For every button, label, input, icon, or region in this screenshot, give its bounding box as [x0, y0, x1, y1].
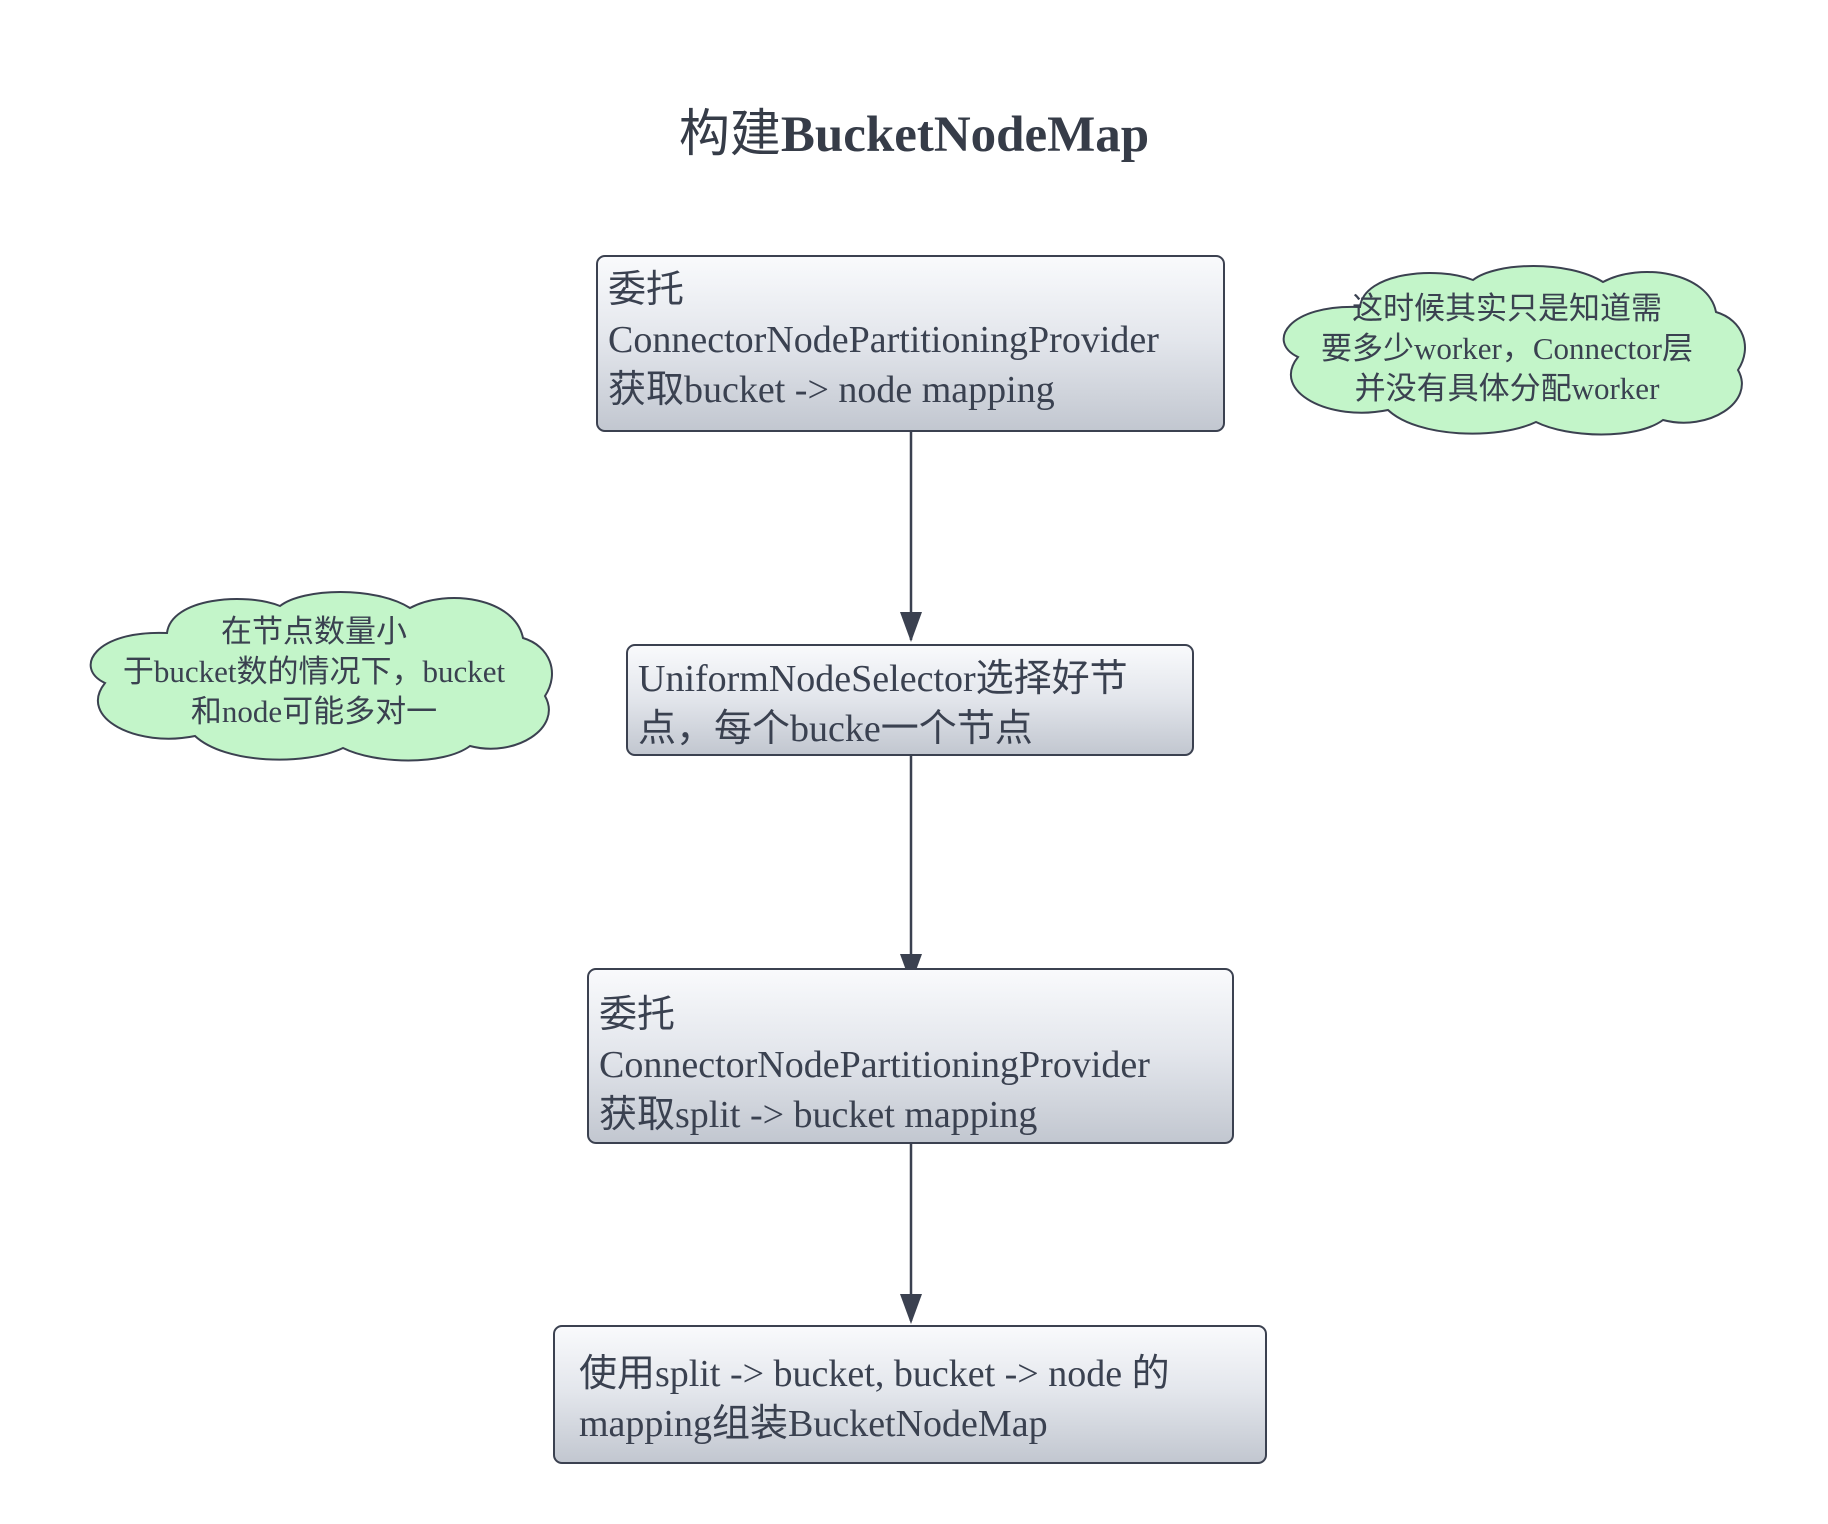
box-line: UniformNodeSelector选择好节	[638, 658, 1128, 700]
step-box-delegate-bucket-node[interactable]: 委托 ConnectorNodePartitioningProvider 获取b…	[596, 255, 1225, 432]
diagram-canvas: 构建BucketNodeMap 委托 ConnectorNodePartitio…	[0, 0, 1828, 1524]
note-text: 在节点数量小 于bucket数的情况下，bucket 和node可能多对一	[75, 612, 553, 732]
step-box-uniform-node-selector[interactable]: UniformNodeSelector选择好节 点，每个bucke一个节点	[626, 644, 1194, 756]
note-line: 要多少worker，Connector层	[1321, 331, 1693, 366]
box-line: mapping组装BucketNodeMap	[579, 1403, 1048, 1445]
box-line: 获取split -> bucket mapping	[599, 1094, 1038, 1136]
box-line: 获取bucket -> node mapping	[608, 369, 1055, 411]
note-line: 并没有具体分配worker	[1354, 371, 1660, 406]
box-line: ConnectorNodePartitioningProvider	[608, 319, 1159, 361]
step-box-delegate-split-bucket[interactable]: 委托 ConnectorNodePartitioningProvider 获取s…	[587, 968, 1234, 1144]
note-line: 这时候其实只是知道需	[1352, 291, 1662, 326]
step-box-assemble-bucket-node-map[interactable]: 使用split -> bucket, bucket -> node 的 mapp…	[553, 1325, 1267, 1464]
note-line: 和node可能多对一	[190, 694, 438, 729]
box-line: ConnectorNodePartitioningProvider	[599, 1044, 1150, 1086]
arrowhead-down-icon	[900, 612, 922, 642]
connectors-layer	[900, 432, 922, 1324]
note-cloud-many-to-one[interactable]: 在节点数量小 于bucket数的情况下，bucket 和node可能多对一	[75, 588, 553, 762]
note-cloud-worker-count[interactable]: 这时候其实只是知道需 要多少worker，Connector层 并没有具体分配w…	[1268, 262, 1746, 436]
note-text: 这时候其实只是知道需 要多少worker，Connector层 并没有具体分配w…	[1268, 289, 1746, 409]
box-line: 委托	[608, 269, 685, 311]
note-line: 于bucket数的情况下，bucket	[122, 654, 506, 689]
note-line: 在节点数量小	[221, 614, 407, 649]
box-line: 点，每个bucke一个节点	[638, 708, 1033, 750]
box-line: 委托	[599, 994, 676, 1036]
box-line: 使用split -> bucket, bucket -> node 的	[579, 1353, 1170, 1395]
arrowhead-down-icon	[900, 1294, 922, 1324]
